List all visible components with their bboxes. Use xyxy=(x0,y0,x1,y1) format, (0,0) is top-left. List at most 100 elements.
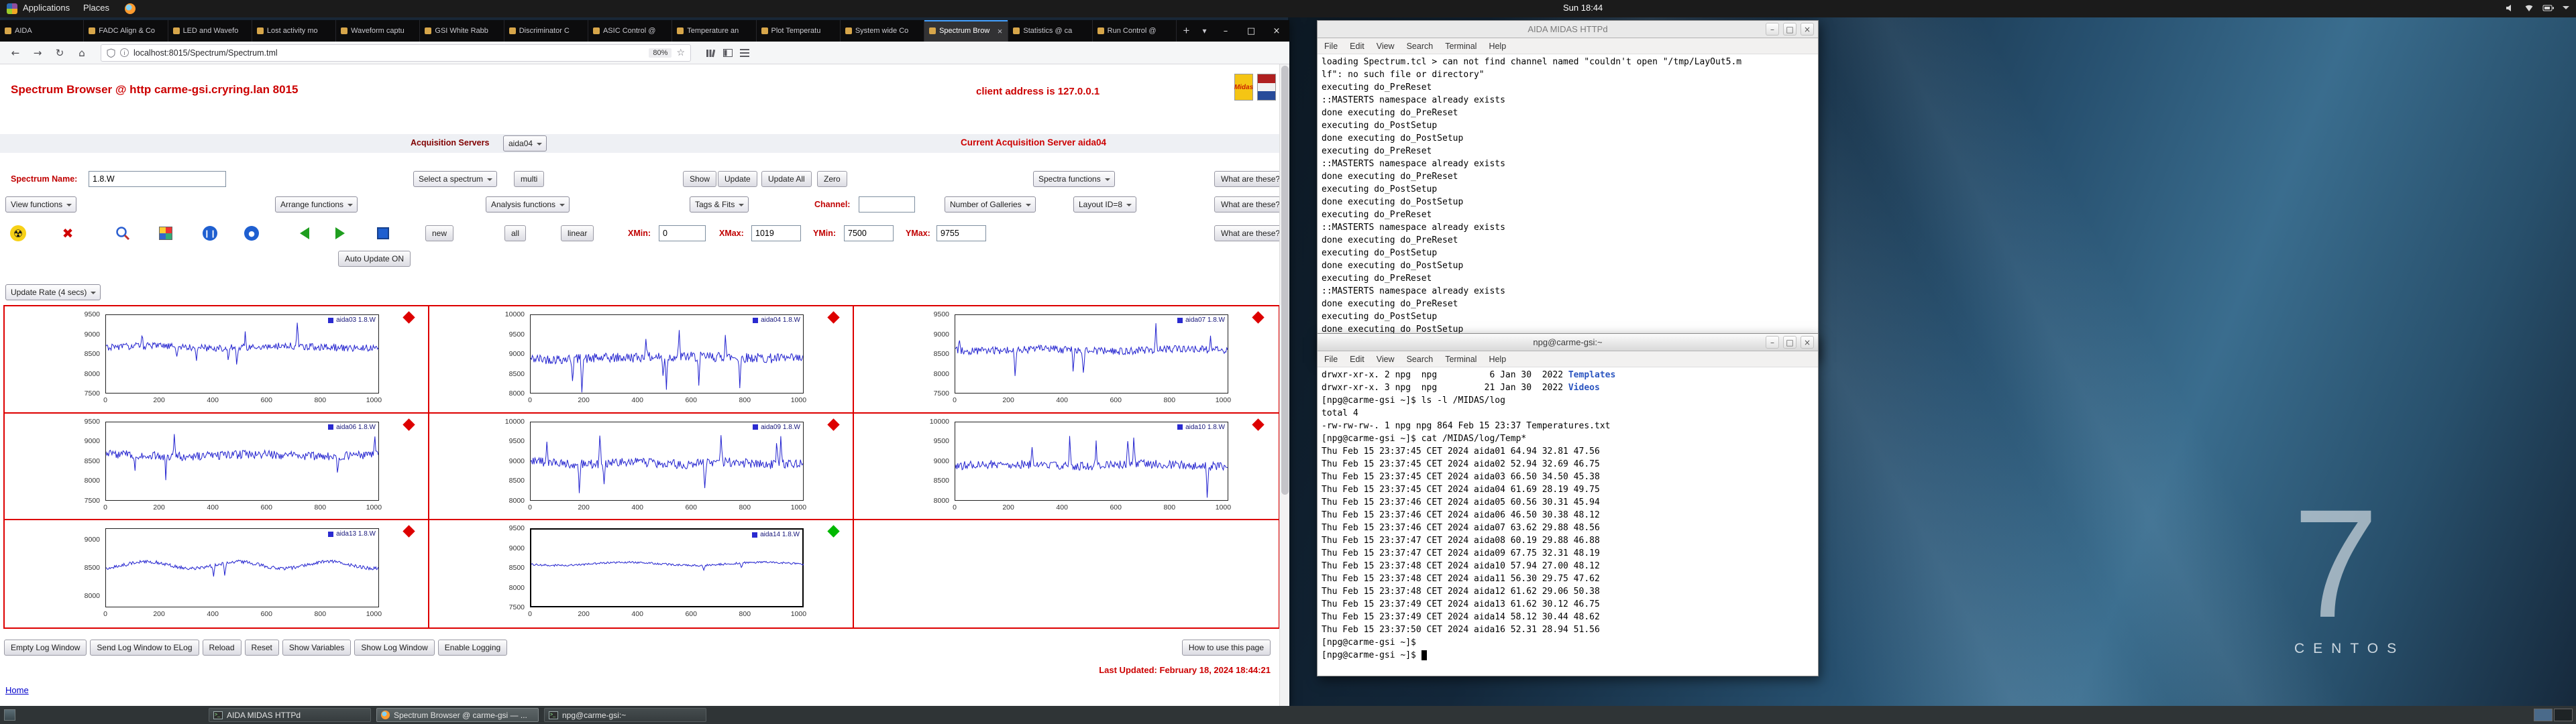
close-button[interactable]: × xyxy=(1801,336,1814,349)
acquisition-server-select[interactable]: aida04 xyxy=(503,135,547,152)
menu-icon[interactable] xyxy=(740,48,749,57)
multi-button[interactable]: multi xyxy=(514,171,545,187)
terminal-output[interactable]: loading Spectrum.tcl > can not find chan… xyxy=(1318,54,1818,363)
browser-tab[interactable]: GSI White Rabb xyxy=(420,20,504,42)
spectrum-plot-aida13[interactable]: 9000 8500 8000 0 200 400 600 800 1000 aida13 1.8.… xyxy=(5,520,429,627)
ymax-input[interactable] xyxy=(936,225,986,241)
volume-icon[interactable] xyxy=(2505,3,2516,13)
taskbar-window-button[interactable]: >_ npg@carme-gsi:~ xyxy=(544,708,706,722)
browser-tab[interactable]: AIDA xyxy=(0,20,85,42)
status-diamond-icon[interactable] xyxy=(1252,311,1265,324)
browser-tab[interactable]: ASIC Control @ xyxy=(588,20,673,42)
workspace-2[interactable] xyxy=(2554,709,2573,721)
browser-tab[interactable]: Statistics @ ca xyxy=(1008,20,1093,42)
log-button[interactable]: Send Log Window to ELog xyxy=(90,640,199,656)
linear-button[interactable]: linear xyxy=(561,225,594,241)
sidebar-icon[interactable] xyxy=(722,48,733,58)
ymin-input[interactable] xyxy=(844,225,894,241)
browser-tab[interactable]: FADC Align & Co xyxy=(84,20,168,42)
terminal-menu-file[interactable]: File xyxy=(1324,42,1338,51)
close-button[interactable]: × xyxy=(1264,20,1289,42)
minimize-button[interactable]: – xyxy=(1213,20,1238,42)
browser-tab[interactable]: Discriminator C xyxy=(504,20,588,42)
spectrum-plot-aida09[interactable]: 10000 9500 9000 8500 8000 0 200 400 600 800 1000 ai… xyxy=(429,413,854,521)
delete-icon[interactable]: ✖ xyxy=(58,224,78,243)
network-icon[interactable] xyxy=(2524,3,2534,13)
status-diamond-icon[interactable] xyxy=(402,418,415,431)
spectrum-name-input[interactable] xyxy=(89,171,226,187)
show-button[interactable]: Show xyxy=(683,171,717,187)
terminal-menu-edit[interactable]: Edit xyxy=(1350,42,1364,51)
places-menu[interactable]: Places xyxy=(83,3,109,13)
maximize-button[interactable]: □ xyxy=(1783,336,1796,349)
terminal-menu-view[interactable]: View xyxy=(1377,42,1395,51)
spectrum-plot-aida14[interactable]: 9500 9000 8500 8000 7500 0 200 400 600 800 1000 aid… xyxy=(429,520,854,627)
maximize-button[interactable]: □ xyxy=(1238,20,1264,42)
taskbar-window-button[interactable]: >_ AIDA MIDAS HTTPd xyxy=(209,708,371,722)
how-to-button[interactable]: How to use this page xyxy=(1181,640,1271,656)
radiation-icon[interactable]: ☢ xyxy=(8,224,28,243)
log-button[interactable]: Reset xyxy=(244,640,279,656)
terminal-menu-help[interactable]: Help xyxy=(1489,42,1506,51)
pause-icon[interactable]: ❙❙ xyxy=(200,224,220,243)
show-desktop-button[interactable] xyxy=(4,709,15,721)
terminal-output[interactable]: drwxr-xr-x. 2 npg npg 6 Jan 30 2022 Temp… xyxy=(1318,367,1818,663)
help-button[interactable]: What are these? xyxy=(1214,196,1287,213)
spectrum-plot-aida10[interactable]: 10000 9500 9000 8500 8000 0 200 400 600 800 1000 ai… xyxy=(854,413,1279,521)
url-bar[interactable]: i localhost:8015/Spectrum/Spectrum.tml 8… xyxy=(101,44,691,62)
workspace-1[interactable] xyxy=(2534,709,2553,721)
stop-icon[interactable] xyxy=(373,224,393,243)
terminal-menu-terminal[interactable]: Terminal xyxy=(1445,355,1477,364)
palette-icon[interactable] xyxy=(156,224,176,243)
minimize-button[interactable]: – xyxy=(1766,336,1779,349)
terminal-titlebar[interactable]: npg@carme-gsi:~ – □ × xyxy=(1318,334,1818,351)
status-diamond-icon[interactable] xyxy=(1252,418,1265,431)
view-functions-dropdown[interactable]: View functions xyxy=(5,196,77,213)
help-button[interactable]: What are these? xyxy=(1214,171,1287,187)
chevron-down-icon[interactable] xyxy=(2563,6,2569,13)
log-button[interactable]: Reload xyxy=(202,640,241,656)
site-info-icon[interactable]: i xyxy=(120,48,129,57)
zoom-tool-icon[interactable] xyxy=(113,224,133,243)
update-rate-dropdown[interactable]: Update Rate (4 secs) xyxy=(5,284,101,300)
terminal-menu-terminal[interactable]: Terminal xyxy=(1445,42,1477,51)
galleries-dropdown[interactable]: Number of Galleries xyxy=(945,196,1036,213)
terminal-menu-search[interactable]: Search xyxy=(1407,355,1434,364)
spectrum-plot-aida04[interactable]: 10000 9500 9000 8500 8000 0 200 400 600 800 1000 ai… xyxy=(429,306,854,414)
channel-input[interactable] xyxy=(859,196,915,213)
new-button[interactable]: new xyxy=(425,225,454,241)
terminal-menu-view[interactable]: View xyxy=(1377,355,1395,364)
spectrum-plot-aida06[interactable]: 9500 9000 8500 8000 7500 0 200 400 600 800 1000 aid… xyxy=(5,413,429,521)
status-diamond-icon[interactable] xyxy=(827,418,840,431)
maximize-button[interactable]: □ xyxy=(1783,23,1796,36)
terminal-menu-help[interactable]: Help xyxy=(1489,355,1506,364)
midas-logo[interactable]: Midas xyxy=(1234,74,1253,101)
log-button[interactable]: Empty Log Window xyxy=(4,640,87,656)
terminal-menu-edit[interactable]: Edit xyxy=(1350,355,1364,364)
update-button[interactable]: Update xyxy=(718,171,757,187)
browser-tab[interactable]: Plot Temperatu xyxy=(757,20,841,42)
layout-dropdown[interactable]: Layout ID=8 xyxy=(1073,196,1137,213)
status-diamond-icon[interactable] xyxy=(402,311,415,324)
scrollbar-thumb[interactable] xyxy=(1281,66,1289,495)
firefox-launcher-icon[interactable] xyxy=(125,3,136,14)
browser-tab[interactable]: Run Control @ xyxy=(1093,20,1177,42)
browser-tab[interactable]: Waveform captu xyxy=(336,20,421,42)
browser-tab[interactable]: LED and Wavefo xyxy=(168,20,252,42)
battery-icon[interactable] xyxy=(2542,4,2555,12)
zoom-indicator[interactable]: 80% xyxy=(649,48,672,58)
terminal-menu-search[interactable]: Search xyxy=(1407,42,1434,51)
help-button[interactable]: What are these? xyxy=(1214,225,1287,241)
log-button[interactable]: Show Log Window xyxy=(354,640,435,656)
secondary-logo[interactable] xyxy=(1257,74,1276,101)
tab-close-icon[interactable]: × xyxy=(997,26,1004,36)
browser-tab[interactable]: Lost activity mo xyxy=(252,20,337,42)
scrollbar[interactable] xyxy=(1279,64,1289,706)
terminal-titlebar[interactable]: AIDA MIDAS HTTPd – □ × xyxy=(1318,21,1818,38)
auto-update-button[interactable]: Auto Update ON xyxy=(338,251,411,267)
minimize-button[interactable]: – xyxy=(1766,23,1779,36)
forward-icon[interactable]: → xyxy=(29,44,46,62)
refresh-icon[interactable]: ↻ xyxy=(51,44,68,62)
status-diamond-icon[interactable] xyxy=(827,311,840,324)
browser-tab[interactable]: System wide Co xyxy=(841,20,925,42)
